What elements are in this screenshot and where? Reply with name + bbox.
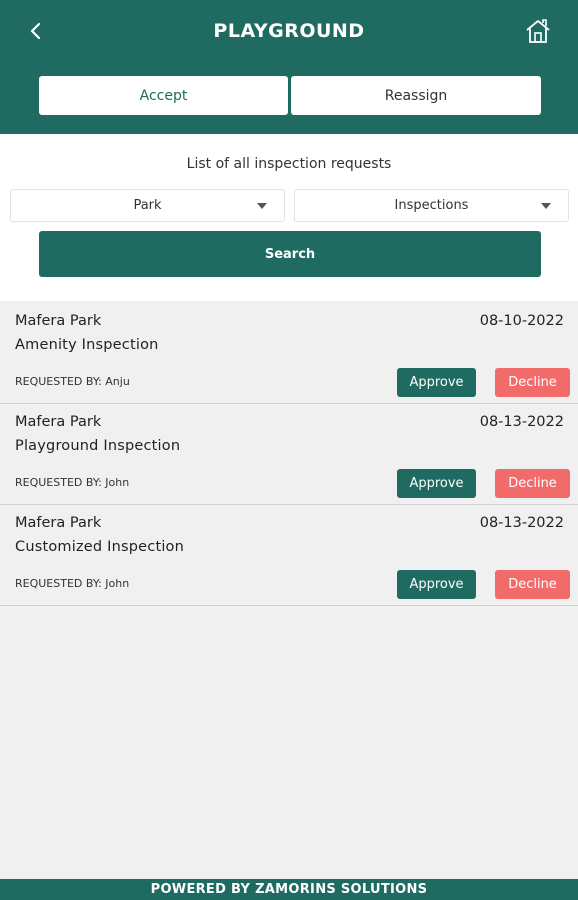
home-icon xyxy=(526,19,550,43)
decline-button[interactable]: Decline xyxy=(495,368,570,397)
app-header: PLAYGROUND Accept Reassign xyxy=(0,0,578,134)
filter-panel: List of all inspection requests Park Ins… xyxy=(0,134,578,301)
approve-button[interactable]: Approve xyxy=(397,570,476,599)
request-card: Mafera Park 08-10-2022 Amenity Inspectio… xyxy=(0,303,578,404)
park-select-value: Park xyxy=(133,198,162,213)
requested-by: REQUESTED BY: Anju xyxy=(15,375,130,388)
page-title: PLAYGROUND xyxy=(213,20,365,42)
park-name: Mafera Park xyxy=(15,313,102,329)
requested-by: REQUESTED BY: John xyxy=(15,476,130,489)
tab-reassign[interactable]: Reassign xyxy=(291,76,541,115)
request-list: Mafera Park 08-10-2022 Amenity Inspectio… xyxy=(0,303,578,606)
request-date: 08-13-2022 xyxy=(479,515,564,531)
inspection-type: Playground Inspection xyxy=(15,438,181,454)
approve-button[interactable]: Approve xyxy=(397,368,476,397)
search-button[interactable]: Search xyxy=(39,231,541,277)
inspection-type-value: Inspections xyxy=(394,198,469,213)
inspection-type-select[interactable]: Inspections xyxy=(294,189,569,222)
request-date: 08-10-2022 xyxy=(479,313,564,329)
approve-button[interactable]: Approve xyxy=(397,469,476,498)
inspection-type: Customized Inspection xyxy=(15,539,185,555)
decline-button[interactable]: Decline xyxy=(495,570,570,599)
request-card: Mafera Park 08-13-2022 Customized Inspec… xyxy=(0,505,578,606)
inspection-type: Amenity Inspection xyxy=(15,337,159,353)
list-caption: List of all inspection requests xyxy=(186,156,392,172)
requested-by: REQUESTED BY: John xyxy=(15,577,130,590)
tab-accept[interactable]: Accept xyxy=(39,76,288,115)
request-card: Mafera Park 08-13-2022 Playground Inspec… xyxy=(0,404,578,505)
park-select[interactable]: Park xyxy=(10,189,285,222)
park-name: Mafera Park xyxy=(15,515,102,531)
caret-down-icon xyxy=(541,203,551,209)
decline-button[interactable]: Decline xyxy=(495,469,570,498)
footer-credit: POWERED BY ZAMORINS SOLUTIONS xyxy=(0,879,578,900)
home-button[interactable] xyxy=(522,15,554,47)
caret-down-icon xyxy=(257,203,267,209)
park-name: Mafera Park xyxy=(15,414,102,430)
request-date: 08-13-2022 xyxy=(479,414,564,430)
